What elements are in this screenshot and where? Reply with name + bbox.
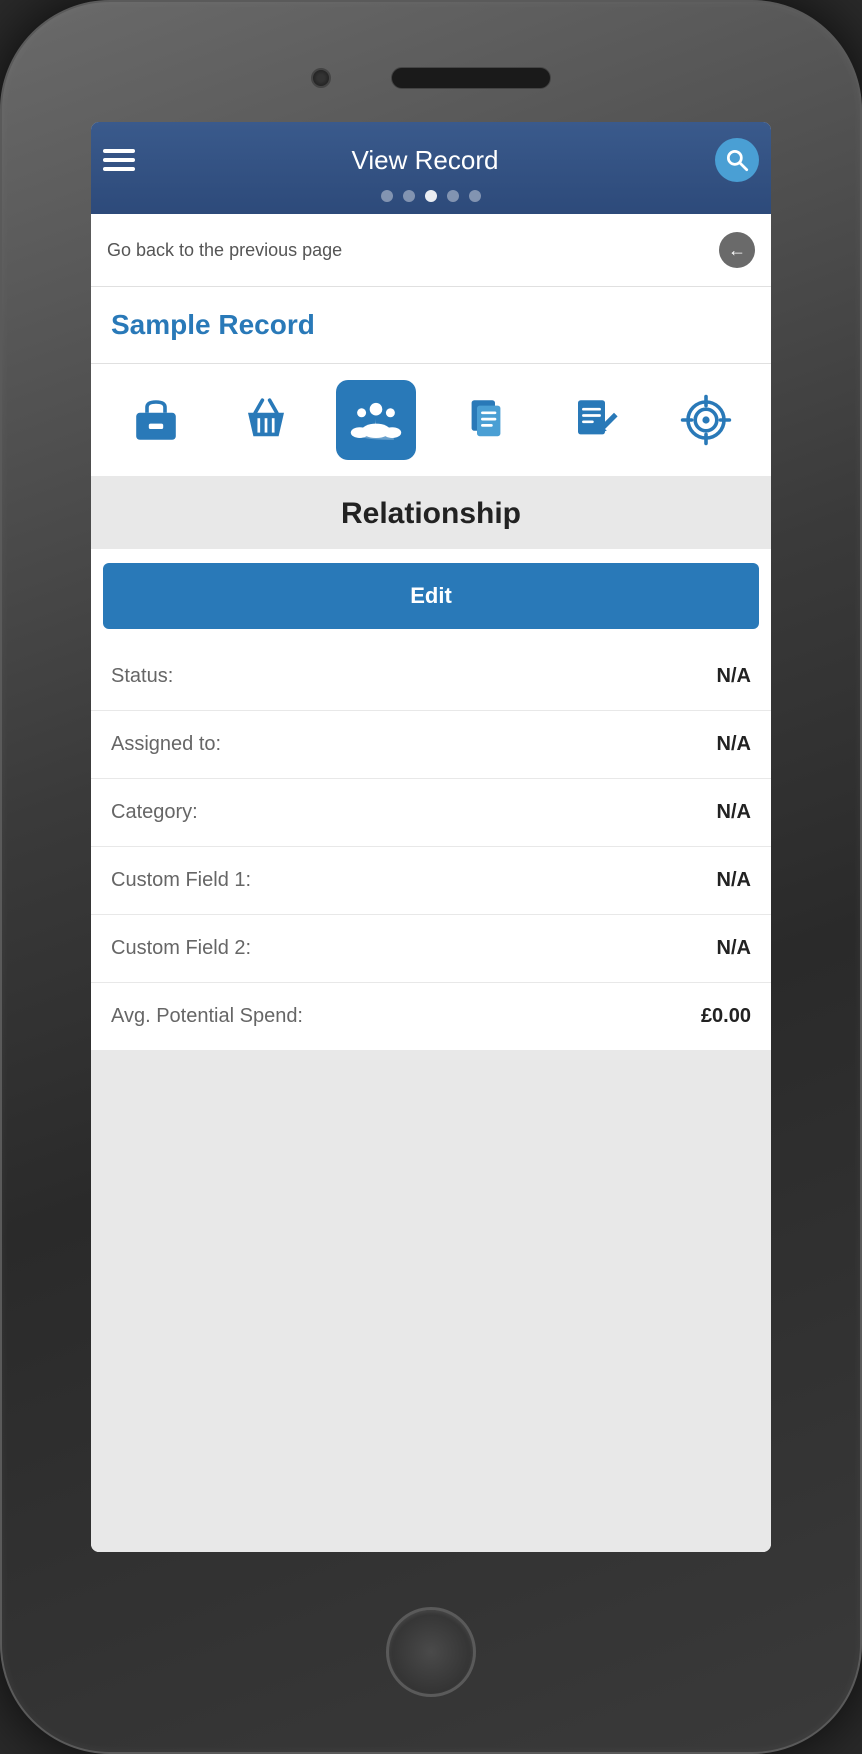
field-label-3: Custom Field 1: bbox=[111, 869, 251, 892]
briefcase-icon-button[interactable] bbox=[116, 380, 196, 460]
field-row-5: Avg. Potential Spend: £0.00 bbox=[91, 983, 771, 1051]
field-row-0: Status: N/A bbox=[91, 643, 771, 711]
field-row-1: Assigned to: N/A bbox=[91, 711, 771, 779]
field-value-1: N/A bbox=[717, 733, 751, 756]
field-label-5: Avg. Potential Spend: bbox=[111, 1005, 303, 1028]
icon-toolbar bbox=[91, 364, 771, 479]
target-icon bbox=[679, 393, 733, 447]
field-label-2: Category: bbox=[111, 801, 198, 824]
phone-bottom bbox=[386, 1552, 476, 1752]
field-value-2: N/A bbox=[717, 801, 751, 824]
screen-container: View Record Go back to the previous page bbox=[91, 122, 771, 1552]
back-bar[interactable]: Go back to the previous page ← bbox=[91, 214, 771, 287]
field-label-1: Assigned to: bbox=[111, 733, 221, 756]
field-label-4: Custom Field 2: bbox=[111, 937, 251, 960]
search-button[interactable] bbox=[715, 138, 759, 182]
field-value-5: £0.00 bbox=[701, 1005, 751, 1028]
field-row-3: Custom Field 1: N/A bbox=[91, 847, 771, 915]
app-header: View Record bbox=[91, 122, 771, 214]
field-value-0: N/A bbox=[717, 665, 751, 688]
section-title: Relationship bbox=[341, 497, 521, 530]
speaker bbox=[391, 67, 551, 89]
group-icon bbox=[349, 393, 403, 447]
edit-button-container: Edit bbox=[91, 549, 771, 643]
dot-1[interactable] bbox=[381, 190, 393, 202]
record-title: Sample Record bbox=[111, 309, 315, 340]
search-icon bbox=[724, 147, 750, 173]
field-value-4: N/A bbox=[717, 937, 751, 960]
hamburger-menu[interactable] bbox=[103, 149, 135, 171]
briefcase-icon bbox=[129, 393, 183, 447]
record-title-bar: Sample Record bbox=[91, 287, 771, 364]
basket-icon-button[interactable] bbox=[226, 380, 306, 460]
header-title: View Record bbox=[352, 145, 499, 176]
phone-shell: View Record Go back to the previous page bbox=[0, 0, 862, 1754]
dot-2[interactable] bbox=[403, 190, 415, 202]
target-icon-button[interactable] bbox=[666, 380, 746, 460]
phone-top-bar bbox=[2, 2, 860, 122]
home-button[interactable] bbox=[386, 1607, 476, 1697]
section-header: Relationship bbox=[91, 479, 771, 549]
bottom-area bbox=[91, 1051, 771, 1552]
back-text: Go back to the previous page bbox=[107, 240, 342, 261]
dot-5[interactable] bbox=[469, 190, 481, 202]
edit-doc-icon-button[interactable] bbox=[556, 380, 636, 460]
group-icon-button[interactable] bbox=[336, 380, 416, 460]
field-row-4: Custom Field 2: N/A bbox=[91, 915, 771, 983]
pagination-dots bbox=[103, 182, 759, 206]
edit-button[interactable]: Edit bbox=[103, 563, 759, 629]
edit-doc-icon bbox=[569, 393, 623, 447]
field-label-0: Status: bbox=[111, 665, 173, 688]
camera bbox=[311, 68, 331, 88]
field-value-3: N/A bbox=[717, 869, 751, 892]
documents-icon-button[interactable] bbox=[446, 380, 526, 460]
dot-3[interactable] bbox=[425, 190, 437, 202]
back-arrow-button[interactable]: ← bbox=[719, 232, 755, 268]
field-row-2: Category: N/A bbox=[91, 779, 771, 847]
documents-icon bbox=[459, 393, 513, 447]
fields-container: Status:N/AAssigned to:N/ACategory:N/ACus… bbox=[91, 643, 771, 1051]
dot-4[interactable] bbox=[447, 190, 459, 202]
basket-icon bbox=[239, 393, 293, 447]
